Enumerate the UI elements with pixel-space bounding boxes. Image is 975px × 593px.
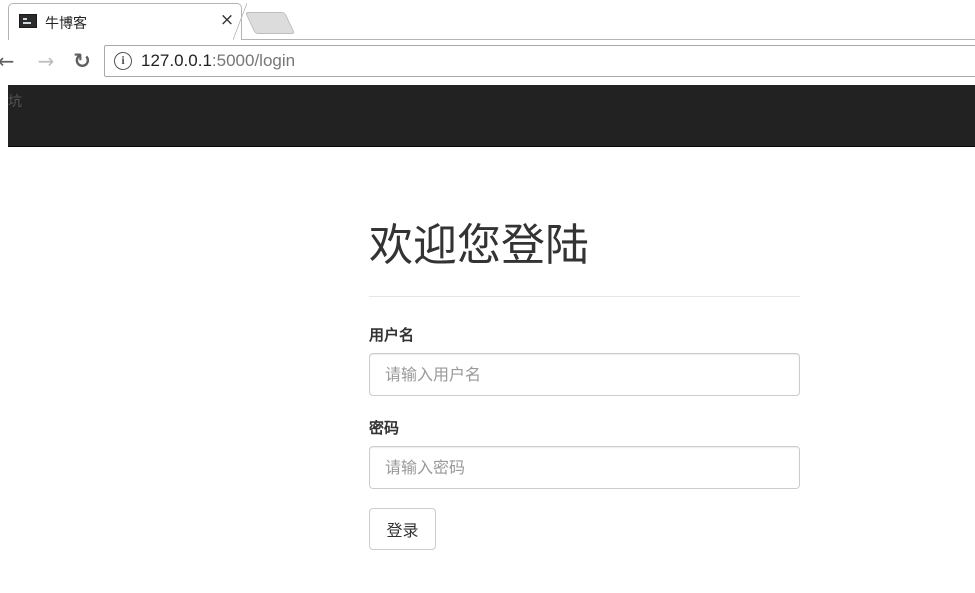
browser-toolbar: ← → ↻ i 127.0.0.1:5000/login: [0, 40, 975, 85]
tab-edge: [233, 3, 247, 40]
url-text[interactable]: 127.0.0.1:5000/login: [141, 51, 295, 71]
tab-title: 牛博客: [45, 16, 87, 32]
title-divider: [369, 296, 800, 297]
login-button[interactable]: 登录: [369, 508, 436, 550]
forward-arrow-icon[interactable]: →: [34, 49, 58, 73]
page-title: 欢迎您登陆: [369, 220, 589, 271]
terminal-icon: [19, 14, 37, 28]
username-input[interactable]: [369, 353, 800, 396]
password-input[interactable]: [369, 446, 800, 489]
new-tab-button[interactable]: [244, 12, 296, 34]
tab-active[interactable]: 牛博客 ×: [8, 3, 242, 40]
address-bar[interactable]: i 127.0.0.1:5000/login: [104, 45, 975, 77]
username-label: 用户名: [369, 326, 415, 344]
login-form: 欢迎您登陆 用户名 密码 登录: [369, 215, 800, 550]
back-arrow-icon[interactable]: ←: [0, 49, 18, 73]
url-host: 127.0.0.1: [141, 51, 212, 70]
browser-window: 牛博客 × ← → ↻ i 127.0.0.1:5000/login 坑 欢迎您…: [0, 0, 975, 593]
password-label: 密码: [369, 419, 400, 437]
url-path: :5000/login: [211, 51, 296, 70]
site-navbar: 坑: [8, 85, 975, 147]
tab-strip: 牛博客 ×: [0, 0, 975, 42]
navbar-brand[interactable]: 坑: [8, 91, 22, 111]
info-icon[interactable]: i: [114, 52, 132, 70]
reload-icon[interactable]: ↻: [70, 49, 94, 73]
